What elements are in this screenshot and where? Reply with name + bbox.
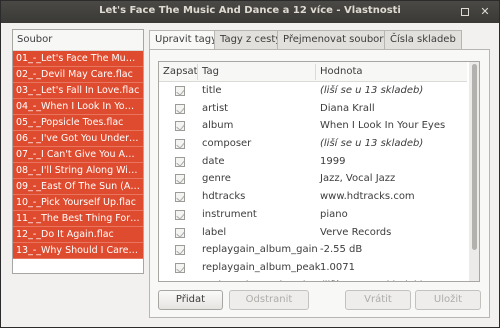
scrollbar-thumb[interactable] bbox=[472, 64, 477, 250]
tag-row[interactable]: hdtracks www.hdtracks.com bbox=[159, 188, 467, 206]
tag-value[interactable]: When I Look In Your Eyes bbox=[320, 120, 445, 131]
tag-row[interactable]: album When I Look In Your Eyes bbox=[159, 117, 467, 135]
tag-row[interactable]: instrument piano bbox=[159, 206, 467, 224]
tag-row[interactable]: composer (liší se u 13 skladeb) bbox=[159, 135, 467, 153]
file-list-item[interactable]: 12_-_Do It Again.flac bbox=[13, 227, 143, 243]
write-checkbox[interactable] bbox=[175, 209, 185, 220]
write-checkbox[interactable] bbox=[175, 156, 185, 167]
column-value[interactable]: Hodnota bbox=[320, 66, 363, 77]
tag-name: title bbox=[202, 85, 222, 96]
write-checkbox[interactable] bbox=[175, 86, 185, 96]
tag-row[interactable]: replaygain_album_gain -2.55 dB bbox=[159, 241, 467, 259]
file-list-item[interactable]: 06_-_I've Got You Under My Skin.flac bbox=[13, 131, 143, 147]
tag-value[interactable]: Jazz, Vocal Jazz bbox=[320, 173, 395, 184]
save-button[interactable]: Uložit bbox=[415, 290, 481, 310]
tag-name: composer bbox=[202, 138, 252, 150]
column-tag[interactable]: Tag bbox=[202, 66, 219, 77]
write-checkbox[interactable] bbox=[175, 262, 185, 273]
file-list-header[interactable]: Soubor bbox=[13, 30, 143, 51]
file-list-item[interactable]: 03_-_Let's Fall In Love.flac bbox=[13, 83, 143, 99]
write-checkbox[interactable] bbox=[175, 174, 185, 185]
tag-name: replaygain_album_peak bbox=[202, 261, 321, 273]
write-checkbox[interactable] bbox=[175, 121, 185, 132]
add-button[interactable]: Přidat bbox=[158, 290, 223, 310]
file-list-item[interactable]: 11_-_The Best Thing For You.flac bbox=[13, 211, 143, 227]
write-checkbox[interactable] bbox=[175, 245, 185, 256]
write-checkbox[interactable] bbox=[175, 103, 185, 114]
tag-row[interactable]: artist Diana Krall bbox=[159, 100, 467, 118]
write-checkbox[interactable] bbox=[175, 280, 185, 281]
tag-table-header: Zapsat Tag Hodnota bbox=[159, 62, 467, 82]
tag-table-scrollbar[interactable] bbox=[469, 62, 479, 281]
maximize-icon[interactable] bbox=[459, 6, 471, 18]
edit-tags-panel: Zapsat Tag Hodnota title (liší se u 13 sk… bbox=[149, 49, 490, 318]
tag-value[interactable]: (liší se u 13 skladeb) bbox=[320, 85, 423, 96]
file-list-item[interactable]: 04_-_When I Look In Your Eyes.flac bbox=[13, 99, 143, 115]
file-list-item[interactable]: 10_-_Pick Yourself Up.flac bbox=[13, 195, 143, 211]
tag-row[interactable]: date 1999 bbox=[159, 153, 467, 171]
tag-value[interactable]: piano bbox=[320, 209, 348, 220]
tag-row[interactable]: title (liší se u 13 skladeb) bbox=[159, 82, 467, 100]
tag-row[interactable]: genre Jazz, Vocal Jazz bbox=[159, 170, 467, 188]
file-list-item[interactable]: 02_-_Devil May Care.flac bbox=[13, 67, 143, 83]
tag-row[interactable]: replaygain_album_peak 1.0071 bbox=[159, 259, 467, 277]
file-list-item[interactable]: 05_-_Popsicle Toes.flac bbox=[13, 115, 143, 131]
tag-name: instrument bbox=[202, 208, 257, 220]
file-list-item[interactable]: 13_-_Why Should I Care.flac bbox=[13, 243, 143, 259]
write-checkbox[interactable] bbox=[175, 139, 185, 150]
tag-table-body: title (liší se u 13 skladeb) artist Diana K… bbox=[159, 82, 467, 281]
properties-window: Let's Face The Music And Dance a 12 více… bbox=[0, 0, 500, 328]
tag-name: genre bbox=[202, 173, 231, 185]
tag-value[interactable]: www.hdtracks.com bbox=[320, 191, 415, 202]
close-icon[interactable]: ✕ bbox=[479, 6, 491, 18]
tag-name: replaygain_album_gain bbox=[202, 244, 318, 256]
tag-value[interactable]: 1.0071 bbox=[320, 262, 355, 273]
tag-row[interactable]: label Verve Records bbox=[159, 224, 467, 242]
tag-name: artist bbox=[202, 102, 229, 114]
file-list-item[interactable]: 01_-_Let's Face The Music And Dance.flac bbox=[13, 51, 143, 67]
tag-name: replaygain_track_gain bbox=[202, 280, 312, 281]
tag-value[interactable]: -2.55 dB bbox=[320, 244, 362, 255]
tag-value[interactable]: Verve Records bbox=[320, 227, 391, 238]
tag-value[interactable]: (liší se u 13 skladeb) bbox=[320, 280, 423, 281]
window-title: Let's Face The Music And Dance a 12 více… bbox=[99, 5, 401, 16]
tag-value[interactable]: Diana Krall bbox=[320, 103, 375, 114]
file-list-item[interactable]: 09_-_East Of The Sun (And West Of The Mo… bbox=[13, 179, 143, 195]
tab-track-numbers[interactable]: Čísla skladeb bbox=[384, 30, 462, 50]
tag-table[interactable]: Zapsat Tag Hodnota title (liší se u 13 sk… bbox=[158, 61, 480, 282]
write-checkbox[interactable] bbox=[175, 192, 185, 203]
tag-name: album bbox=[202, 120, 234, 132]
file-list[interactable]: Soubor 01_-_Let's Face The Music And Dan… bbox=[12, 29, 144, 274]
tag-row[interactable]: replaygain_track_gain (liší se u 13 sklad… bbox=[159, 277, 467, 281]
tag-name: date bbox=[202, 155, 225, 167]
tab-rename-files[interactable]: Přejmenovat soubory bbox=[277, 30, 396, 50]
write-checkbox[interactable] bbox=[175, 227, 185, 238]
tag-name: hdtracks bbox=[202, 191, 246, 203]
title-bar[interactable]: Let's Face The Music And Dance a 12 více… bbox=[1, 1, 499, 23]
remove-button[interactable]: Odstranit bbox=[229, 290, 309, 310]
revert-button[interactable]: Vrátit bbox=[345, 290, 411, 310]
file-list-item[interactable]: 07_-_I Can't Give You Anything But Love.… bbox=[13, 147, 143, 163]
tab-edit-tags[interactable]: Upravit tagy bbox=[149, 30, 224, 51]
tag-name: label bbox=[202, 226, 227, 238]
file-list-item[interactable]: 08_-_I'll String Along With You.flac bbox=[13, 163, 143, 179]
tag-value[interactable]: 1999 bbox=[320, 156, 345, 167]
tag-value[interactable]: (liší se u 13 skladeb) bbox=[320, 138, 423, 149]
column-write[interactable]: Zapsat bbox=[163, 66, 198, 77]
